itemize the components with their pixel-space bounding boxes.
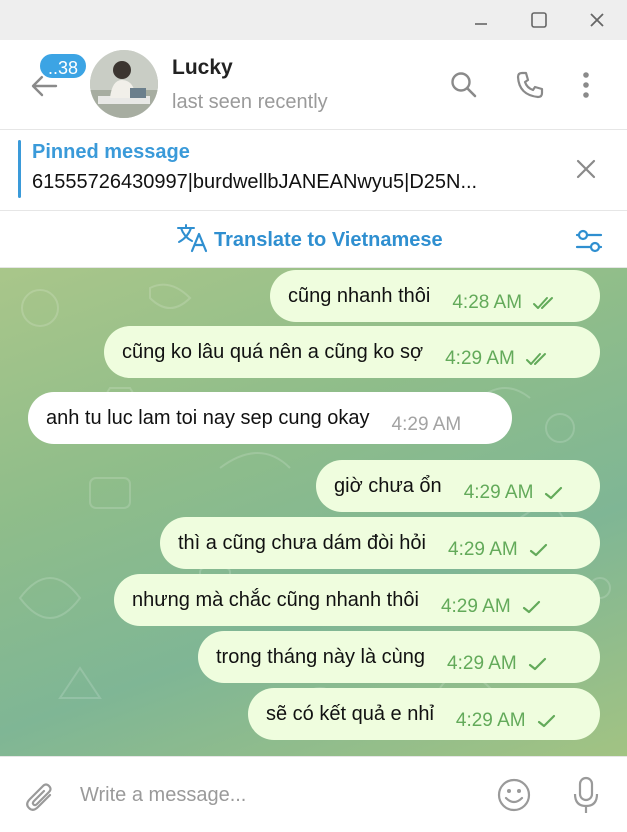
message-bubble-outgoing[interactable]: thì a cũng chưa dám đòi hỏi 4:29 AM	[160, 517, 600, 569]
pinned-accent-bar	[18, 140, 21, 198]
message-time: 4:28 AM	[452, 292, 523, 313]
check-icon	[543, 485, 565, 501]
message-bubble-outgoing[interactable]: cũng nhanh thôi 4:28 AM	[270, 270, 600, 322]
window-titlebar	[0, 0, 627, 40]
chat-messages-area[interactable]: cũng nhanh thôi 4:28 AM cũng ko lâu quá …	[0, 268, 627, 756]
last-seen-status: last seen recently	[172, 91, 328, 113]
double-check-icon	[525, 351, 553, 367]
check-icon	[527, 656, 549, 672]
message-text: sẽ có kết quả e nhỉ	[266, 702, 434, 725]
message-text: cũng nhanh thôi	[288, 284, 431, 307]
microphone-icon[interactable]	[566, 773, 606, 817]
paperclip-icon[interactable]	[20, 777, 60, 817]
chat-header: ..38 Lucky last seen recently	[0, 40, 627, 130]
message-time: 4:29 AM	[445, 348, 515, 369]
double-check-icon	[532, 295, 560, 311]
message-text: trong tháng này là cùng	[216, 645, 426, 668]
message-bubble-outgoing[interactable]: trong tháng này là cùng 4:29 AM	[198, 631, 600, 683]
close-icon[interactable]	[580, 6, 614, 34]
maximize-icon[interactable]	[522, 6, 556, 34]
translate-icon	[176, 223, 208, 258]
translate-label: Translate to Vietnamese	[214, 228, 443, 251]
message-composer	[0, 756, 627, 832]
search-icon[interactable]	[444, 65, 484, 105]
message-text: anh tu luc lam toi nay sep cung okay	[46, 406, 370, 429]
more-vertical-icon[interactable]	[566, 65, 606, 105]
pinned-title: Pinned message	[32, 141, 190, 163]
message-time: 4:29 AM	[447, 653, 517, 674]
translate-settings-icon[interactable]	[570, 222, 608, 260]
message-bubble-outgoing[interactable]: sẽ có kết quả e nhỉ 4:29 AM	[248, 688, 600, 740]
message-input[interactable]	[80, 775, 460, 815]
unread-badge: ..38	[38, 52, 89, 80]
message-bubble-incoming[interactable]: anh tu luc lam toi nay sep cung okay 4:2…	[28, 392, 512, 444]
minimize-icon[interactable]	[464, 6, 498, 34]
message-time: 4:29 AM	[391, 414, 462, 435]
avatar[interactable]	[90, 50, 158, 118]
pinned-message-bar[interactable]: Pinned message 61555726430997|burdwellbJ…	[0, 131, 627, 211]
translate-bar: Translate to Vietnamese	[0, 212, 627, 268]
message-time: 4:29 AM	[448, 539, 518, 560]
message-bubble-outgoing[interactable]: cũng ko lâu quá nên a cũng ko sợ 4:29 AM	[104, 326, 600, 378]
message-bubble-outgoing[interactable]: giờ chưa ổn 4:29 AM	[316, 460, 600, 512]
message-time: 4:29 AM	[463, 482, 534, 503]
pinned-text: 61555726430997|burdwellbJANEANwyu5|D25N.…	[32, 171, 478, 193]
message-time: 4:29 AM	[455, 710, 526, 731]
phone-icon[interactable]	[510, 65, 550, 105]
check-icon	[528, 542, 550, 558]
translate-button[interactable]: Translate to Vietnamese	[176, 222, 443, 258]
message-bubble-outgoing[interactable]: nhưng mà chắc cũng nhanh thôi 4:29 AM	[114, 574, 600, 626]
message-text: thì a cũng chưa dám đòi hỏi	[178, 531, 426, 554]
check-icon	[521, 599, 543, 615]
emoji-icon[interactable]	[494, 775, 534, 815]
check-icon	[536, 713, 558, 729]
message-time: 4:29 AM	[440, 596, 511, 617]
message-text: nhưng mà chắc cũng nhanh thôi	[132, 588, 419, 611]
close-pinned-icon[interactable]	[568, 151, 604, 187]
message-text: giờ chưa ổn	[334, 474, 442, 497]
message-text: cũng ko lâu quá nên a cũng ko sợ	[122, 340, 424, 363]
chat-name[interactable]: Lucky	[172, 56, 233, 80]
